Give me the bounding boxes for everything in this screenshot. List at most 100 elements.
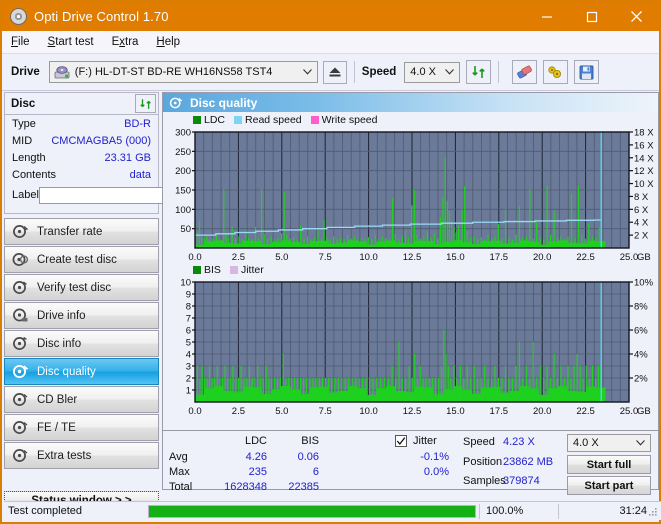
stats-samples-value: 379874 xyxy=(503,475,540,487)
legend-label: LDC xyxy=(204,114,226,126)
close-button[interactable] xyxy=(614,2,659,31)
maximize-button[interactable] xyxy=(569,2,614,31)
x-axis-tick-label: 2.5 xyxy=(232,406,245,417)
legend-entry: Write speed xyxy=(310,114,378,126)
disc-extra-icon xyxy=(12,447,29,464)
chevron-down-icon xyxy=(302,62,312,82)
y-axis-tick-label: 100 xyxy=(175,205,191,216)
x-axis-unit-label: GB xyxy=(637,252,651,263)
app-icon xyxy=(10,8,27,25)
resize-grip[interactable] xyxy=(648,507,658,517)
y-axis-tick-label: 1 xyxy=(186,386,191,397)
sidebar-item-verify-test-disc[interactable]: Verify test disc xyxy=(4,274,159,301)
disc-key: Length xyxy=(12,151,46,164)
erase-button[interactable] xyxy=(512,60,538,84)
speed-select[interactable]: 4.0 X xyxy=(404,61,461,83)
ldc-read-speed-chart[interactable]: 300 250 200 150 100 50 18 X16 X 14 X 12 X 10 X 8 X… xyxy=(163,126,658,272)
sidebar-item-label: Disc quality xyxy=(37,365,96,378)
x-axis-tick-label: 10.0 xyxy=(359,252,378,263)
legend-entry: Read speed xyxy=(234,114,302,126)
x-axis-tick-label: 5.0 xyxy=(275,252,288,263)
drive-value: (F:) HL-DT-ST BD-RE WH16NS58 TST4 xyxy=(74,66,273,78)
sidebar-item-label: Extra tests xyxy=(37,449,92,462)
sidebar-item-fe-te[interactable]: FE / TE xyxy=(4,414,159,441)
y-axis-tick-label: 3 xyxy=(186,362,191,373)
y-axis-tick-label: 9 xyxy=(186,290,191,301)
bis-jitter-chart[interactable]: 10987654321 10% 8% 6% 4% 2% 0.0 2.5 5.0 7.5 10.0 12… xyxy=(163,276,658,426)
sidebar-item-label: FE / TE xyxy=(37,421,76,434)
x-axis-tick-label: 17.5 xyxy=(490,406,509,417)
y2-axis-tick-label: 10% xyxy=(634,278,654,289)
sidebar-item-disc-quality[interactable]: Disc quality xyxy=(4,358,159,385)
disc-refresh-button[interactable] xyxy=(135,94,156,113)
x-axis-tick-label: 12.5 xyxy=(403,252,422,263)
status-bar: Test completed 100.0% 31:24 xyxy=(4,501,661,520)
x-axis-tick-label: 0.0 xyxy=(188,406,201,417)
disc-value: CMCMAGBA5 (000) xyxy=(51,134,151,147)
disc-row-type: Type BD-R xyxy=(5,115,158,132)
x-axis-tick-label: 20.0 xyxy=(533,252,552,263)
stats-max-jitter: 0.0% xyxy=(423,466,449,478)
disc-panel-header: Disc xyxy=(5,93,158,115)
x-axis-tick-label: 15.0 xyxy=(446,252,465,263)
charts-container: LDC Read speed Write speed BIS Jitter 300 25… xyxy=(163,112,658,430)
legend-swatch xyxy=(234,116,243,124)
disc-label-key: Label xyxy=(12,189,39,201)
progress-fill xyxy=(149,505,475,517)
disc-row-mid: MID CMCMAGBA5 (000) xyxy=(5,132,158,149)
elapsed-time: 31:24 xyxy=(619,505,647,517)
save-button[interactable] xyxy=(574,60,600,84)
stats-samples-key: Samples xyxy=(463,475,506,487)
refresh-speed-button[interactable] xyxy=(466,60,492,84)
sidebar-item-drive-info[interactable]: Drive info xyxy=(4,302,159,329)
y2-axis-tick-label: 4% xyxy=(634,350,648,361)
x-axis-tick-label: 12.5 xyxy=(403,406,422,417)
menu-item-extra[interactable]: Extra xyxy=(103,34,148,50)
tools-button[interactable] xyxy=(543,60,569,84)
y2-axis-tick-label: 8% xyxy=(634,302,648,313)
sidebar-item-transfer-rate[interactable]: Transfer rate xyxy=(4,218,159,245)
start-part-button[interactable]: Start part xyxy=(567,476,651,495)
stats-row-key-avg: Avg xyxy=(169,451,188,463)
menu-item-file[interactable]: File xyxy=(2,34,39,50)
sidebar-item-cd-bler[interactable]: CD Bler xyxy=(4,386,159,413)
eject-button[interactable] xyxy=(322,60,347,84)
legend-swatch xyxy=(310,116,319,124)
drive-select[interactable]: (F:) HL-DT-ST BD-RE WH16NS58 TST4 xyxy=(48,61,318,83)
sidebar-item-label: Disc info xyxy=(37,337,82,350)
drive-icon xyxy=(54,65,70,79)
y2-axis-tick-label: 12 X xyxy=(634,166,654,177)
y-axis-tick-label: 2 xyxy=(186,374,191,385)
y2-axis-tick-label: 18 X xyxy=(634,128,654,139)
stats-avg-jitter: -0.1% xyxy=(420,451,449,463)
sidebar-item-create-test-disc[interactable]: Create test disc xyxy=(4,246,159,273)
x-axis-tick-label: 22.5 xyxy=(576,406,595,417)
start-full-button[interactable]: Start full xyxy=(567,455,651,474)
y-axis-tick-label: 4 xyxy=(186,350,191,361)
menu-item-help[interactable]: Help xyxy=(147,34,189,50)
menu-item-start-test[interactable]: Start test xyxy=(39,34,103,50)
y2-axis-tick-label: 4 X xyxy=(634,218,649,229)
speed-value: 4.0 X xyxy=(410,66,436,78)
test-speed-value: 4.0 X xyxy=(573,437,599,449)
stats-row-key-max: Max xyxy=(169,466,190,478)
jitter-label: Jitter xyxy=(413,435,437,447)
sidebar-item-extra-tests[interactable]: Extra tests xyxy=(4,442,159,469)
stats-avg-ldc: 4.26 xyxy=(245,451,267,463)
legend-entry: LDC xyxy=(193,114,225,126)
menu-bar: File Start test Extra Help xyxy=(2,31,659,54)
disc-value: data xyxy=(129,168,151,181)
sidebar-item-disc-info[interactable]: Disc info xyxy=(4,330,159,357)
disc-info-icon xyxy=(12,335,29,352)
minimize-button[interactable] xyxy=(524,2,569,31)
disc-panel-title: Disc xyxy=(11,97,36,110)
x-axis-tick-label: 0.0 xyxy=(188,252,201,263)
jitter-checkbox[interactable] xyxy=(395,435,407,447)
disc-value: 23.31 GB xyxy=(104,151,151,164)
sidebar-nav: Transfer rate Create test disc Verify te… xyxy=(4,218,159,470)
disc-verify-icon xyxy=(12,279,29,296)
x-axis-tick-label: 22.5 xyxy=(576,252,595,263)
disc-row-length: Length 23.31 GB xyxy=(5,149,158,166)
test-speed-select[interactable]: 4.0 X xyxy=(567,434,651,452)
x-axis-tick-label: 5.0 xyxy=(275,406,288,417)
